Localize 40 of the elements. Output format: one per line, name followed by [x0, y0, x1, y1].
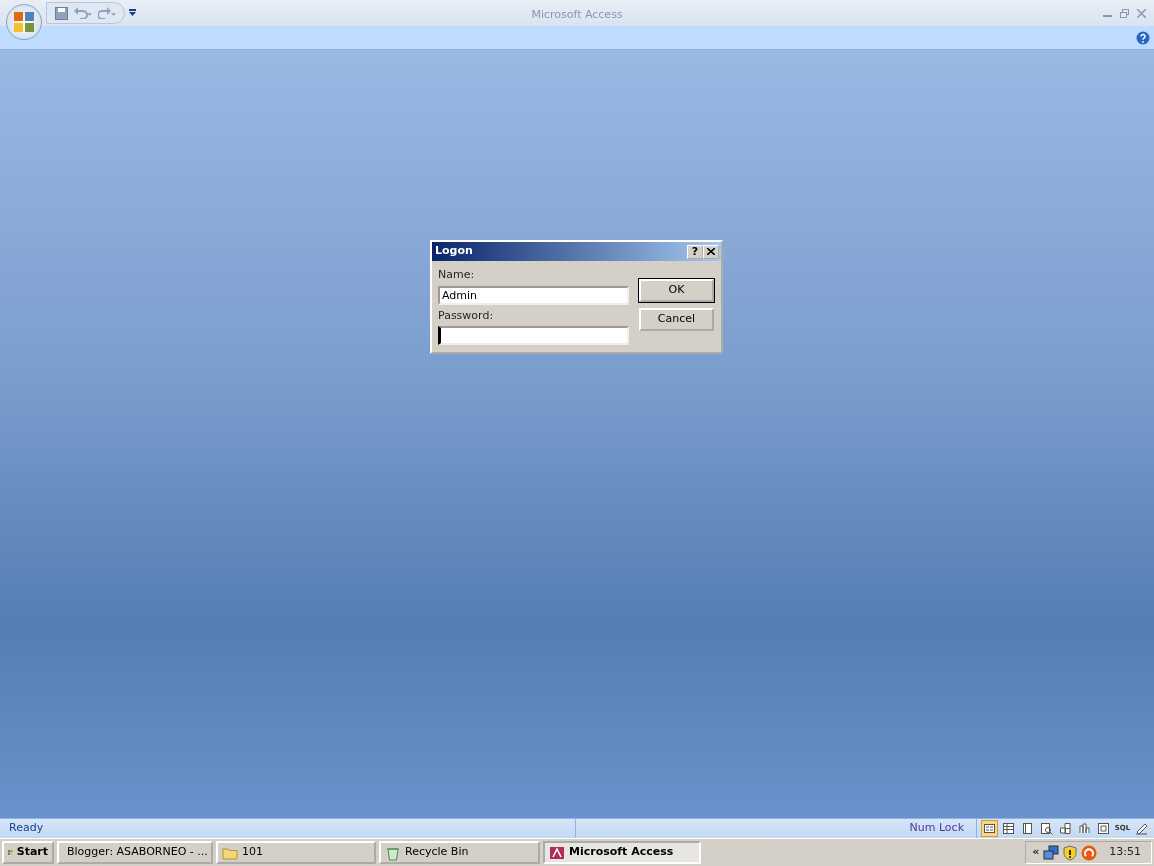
office-logo-icon — [13, 11, 35, 33]
input-field[interactable]: Admin — [438, 285, 629, 305]
datasheet-view-icon — [1002, 822, 1015, 835]
chart-view-icon — [1078, 822, 1091, 835]
save-icon[interactable] — [55, 6, 68, 20]
view-button[interactable] — [1057, 820, 1074, 837]
database-app-icon — [549, 844, 565, 861]
clock: 13:51 — [1109, 844, 1141, 861]
field-label: Name: — [438, 267, 476, 283]
taskbar-button[interactable]: Microsoft Access — [543, 841, 701, 864]
network-icon[interactable] — [1043, 844, 1060, 861]
window-title: Microsoft Access — [531, 7, 623, 23]
dialog-button[interactable]: Cancel — [639, 307, 714, 331]
close-button[interactable] — [703, 244, 719, 259]
design-view-icon — [1135, 822, 1148, 835]
status-indicator: Num Lock — [909, 820, 964, 837]
view-button[interactable] — [1095, 820, 1112, 837]
help-button[interactable]: ? — [687, 244, 703, 259]
taskbar-button[interactable]: 101 — [216, 841, 376, 864]
taskbar-button[interactable]: Blogger: ASABORNEO - ... — [57, 841, 213, 864]
view-button[interactable] — [1038, 820, 1055, 837]
pivot-view-icon — [1021, 822, 1034, 835]
view-button[interactable] — [981, 820, 998, 837]
help-icon[interactable] — [1136, 30, 1150, 45]
preview-view-icon — [1040, 822, 1053, 835]
tray-expand-button[interactable]: « — [1032, 844, 1040, 861]
shield-icon[interactable] — [1063, 844, 1078, 861]
input-field[interactable] — [438, 326, 629, 345]
field-label: Password: — [438, 307, 495, 324]
office-button[interactable] — [6, 4, 42, 40]
taskbar-button[interactable]: Recycle Bin — [379, 841, 540, 864]
layout-view-icon — [1097, 822, 1110, 835]
start-button[interactable]: Start — [2, 841, 54, 864]
dialog-button[interactable]: OK — [639, 279, 714, 302]
grid-view-icon — [1059, 822, 1072, 835]
dialog-title: Logon — [435, 243, 473, 260]
customize-menu-icon[interactable] — [129, 9, 136, 17]
form-view-icon — [983, 822, 996, 835]
close-icon — [707, 248, 715, 255]
view-button[interactable] — [1000, 820, 1017, 837]
